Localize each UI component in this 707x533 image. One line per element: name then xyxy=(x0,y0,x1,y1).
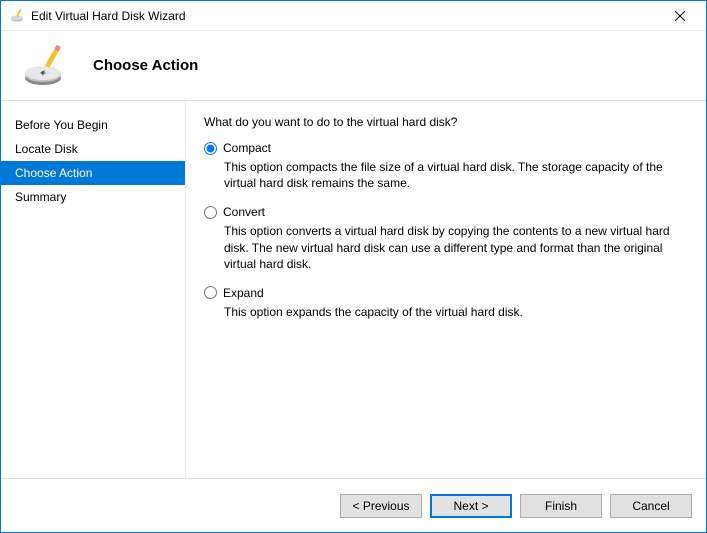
wizard-window: Edit Virtual Hard Disk Wizard Choose Act… xyxy=(0,0,707,533)
step-sidebar: Before You Begin Locate Disk Choose Acti… xyxy=(1,101,185,478)
prompt-text: What do you want to do to the virtual ha… xyxy=(204,115,688,129)
wizard-footer: < Previous Next > Finish Cancel xyxy=(1,478,706,532)
step-summary[interactable]: Summary xyxy=(1,185,185,209)
option-convert: Convert This option converts a virtual h… xyxy=(204,205,688,272)
radio-expand[interactable] xyxy=(204,286,217,299)
label-convert[interactable]: Convert xyxy=(223,205,265,219)
wizard-header: Choose Action xyxy=(1,31,706,101)
label-compact[interactable]: Compact xyxy=(223,141,271,155)
option-compact: Compact This option compacts the file si… xyxy=(204,141,688,191)
cancel-button[interactable]: Cancel xyxy=(610,494,692,518)
desc-expand: This option expands the capacity of the … xyxy=(224,304,688,320)
window-title: Edit Virtual Hard Disk Wizard xyxy=(31,9,658,23)
close-button[interactable] xyxy=(658,2,702,30)
finish-button[interactable]: Finish xyxy=(520,494,602,518)
close-icon xyxy=(675,11,685,21)
radio-compact[interactable] xyxy=(204,142,217,155)
desc-compact: This option compacts the file size of a … xyxy=(224,159,688,191)
option-expand: Expand This option expands the capacity … xyxy=(204,286,688,320)
radio-convert[interactable] xyxy=(204,206,217,219)
step-locate-disk[interactable]: Locate Disk xyxy=(1,137,185,161)
app-icon xyxy=(9,8,25,24)
next-button[interactable]: Next > xyxy=(430,494,512,518)
page-title: Choose Action xyxy=(93,57,198,74)
previous-button[interactable]: < Previous xyxy=(340,494,422,518)
desc-convert: This option converts a virtual hard disk… xyxy=(224,223,688,272)
step-choose-action[interactable]: Choose Action xyxy=(1,161,185,185)
label-expand[interactable]: Expand xyxy=(223,286,264,300)
disk-icon xyxy=(21,42,69,90)
step-before-you-begin[interactable]: Before You Begin xyxy=(1,113,185,137)
titlebar: Edit Virtual Hard Disk Wizard xyxy=(1,1,706,31)
wizard-body: Before You Begin Locate Disk Choose Acti… xyxy=(1,101,706,478)
content-pane: What do you want to do to the virtual ha… xyxy=(185,101,706,478)
